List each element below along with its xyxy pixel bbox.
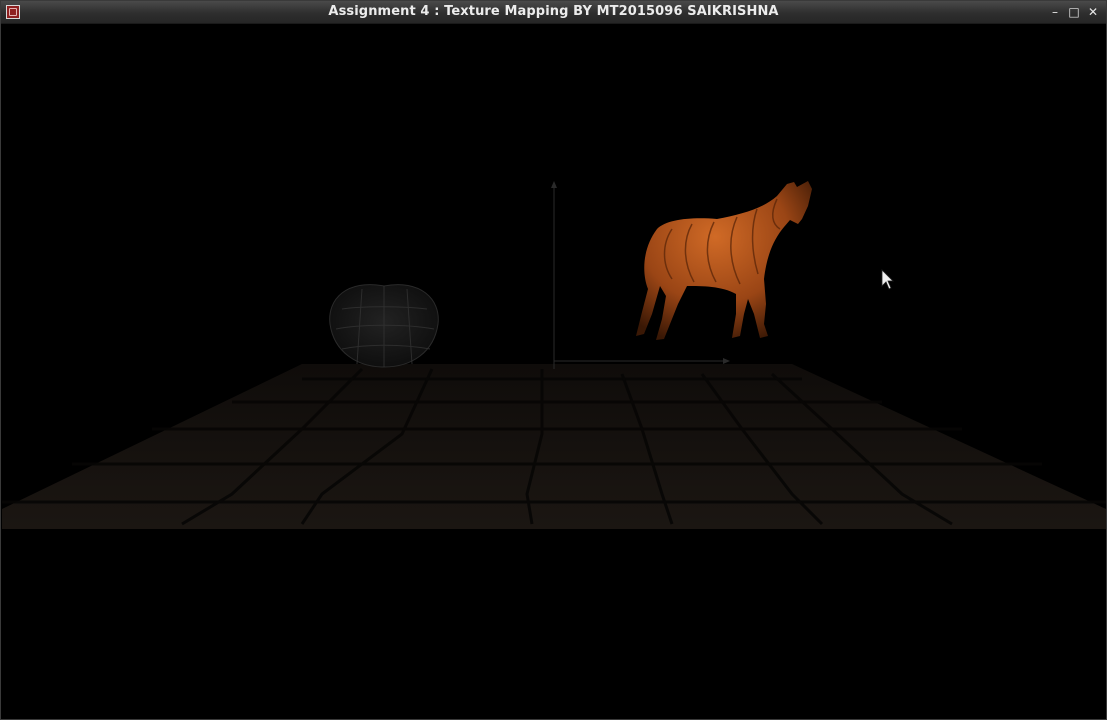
- window-title: Assignment 4 : Texture Mapping BY MT2015…: [328, 4, 779, 19]
- opengl-viewport[interactable]: [2, 24, 1106, 719]
- textured-floor: [2, 364, 1106, 529]
- minimize-button[interactable]: –: [1046, 3, 1064, 21]
- title-bar[interactable]: Assignment 4 : Texture Mapping BY MT2015…: [1, 1, 1106, 24]
- close-button[interactable]: ✕: [1084, 3, 1102, 21]
- horse-model: [636, 181, 812, 340]
- maximize-button[interactable]: □: [1065, 3, 1083, 21]
- apple-model: [329, 284, 439, 368]
- scene-canvas: [2, 181, 1106, 529]
- mouse-cursor-icon: [881, 269, 894, 290]
- app-window: Assignment 4 : Texture Mapping BY MT2015…: [0, 0, 1107, 720]
